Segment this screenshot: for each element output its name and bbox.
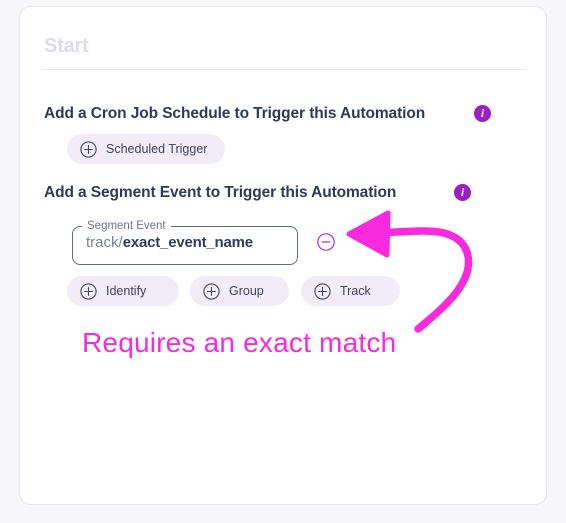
chip-label: Identify bbox=[106, 284, 147, 298]
info-icon[interactable]: i bbox=[454, 184, 471, 201]
chip-label: Track bbox=[340, 284, 371, 298]
segment-section-heading: Add a Segment Event to Trigger this Auto… bbox=[44, 184, 397, 201]
info-icon[interactable]: i bbox=[474, 105, 491, 122]
segment-event-prefix: track/ bbox=[86, 233, 123, 251]
plus-circle-icon bbox=[314, 282, 331, 300]
plus-circle-icon bbox=[203, 282, 220, 300]
add-identify-chip[interactable]: Identify bbox=[67, 276, 179, 306]
chip-label: Group bbox=[229, 284, 264, 298]
segment-event-value: exact_event_name bbox=[122, 233, 253, 251]
curved-arrow-icon bbox=[340, 202, 500, 342]
add-track-chip[interactable]: Track bbox=[301, 276, 400, 306]
segment-event-field[interactable]: Segment Event track/exact_event_name bbox=[72, 220, 298, 265]
add-group-chip[interactable]: Group bbox=[190, 276, 289, 306]
header-divider bbox=[42, 69, 526, 70]
automation-start-card: Start Add a Cron Job Schedule to Trigger… bbox=[19, 6, 547, 505]
minus-circle-icon[interactable] bbox=[317, 233, 335, 251]
plus-circle-icon bbox=[80, 282, 97, 300]
chip-label: Scheduled Trigger bbox=[106, 142, 208, 156]
cron-section-heading: Add a Cron Job Schedule to Trigger this … bbox=[44, 105, 426, 122]
annotation-text: Requires an exact match bbox=[82, 327, 397, 358]
segment-event-input[interactable]: track/exact_event_name bbox=[72, 221, 298, 265]
add-scheduled-trigger-chip[interactable]: Scheduled Trigger bbox=[67, 134, 226, 164]
plus-circle-icon bbox=[80, 140, 97, 158]
page-title: Start bbox=[44, 35, 89, 57]
